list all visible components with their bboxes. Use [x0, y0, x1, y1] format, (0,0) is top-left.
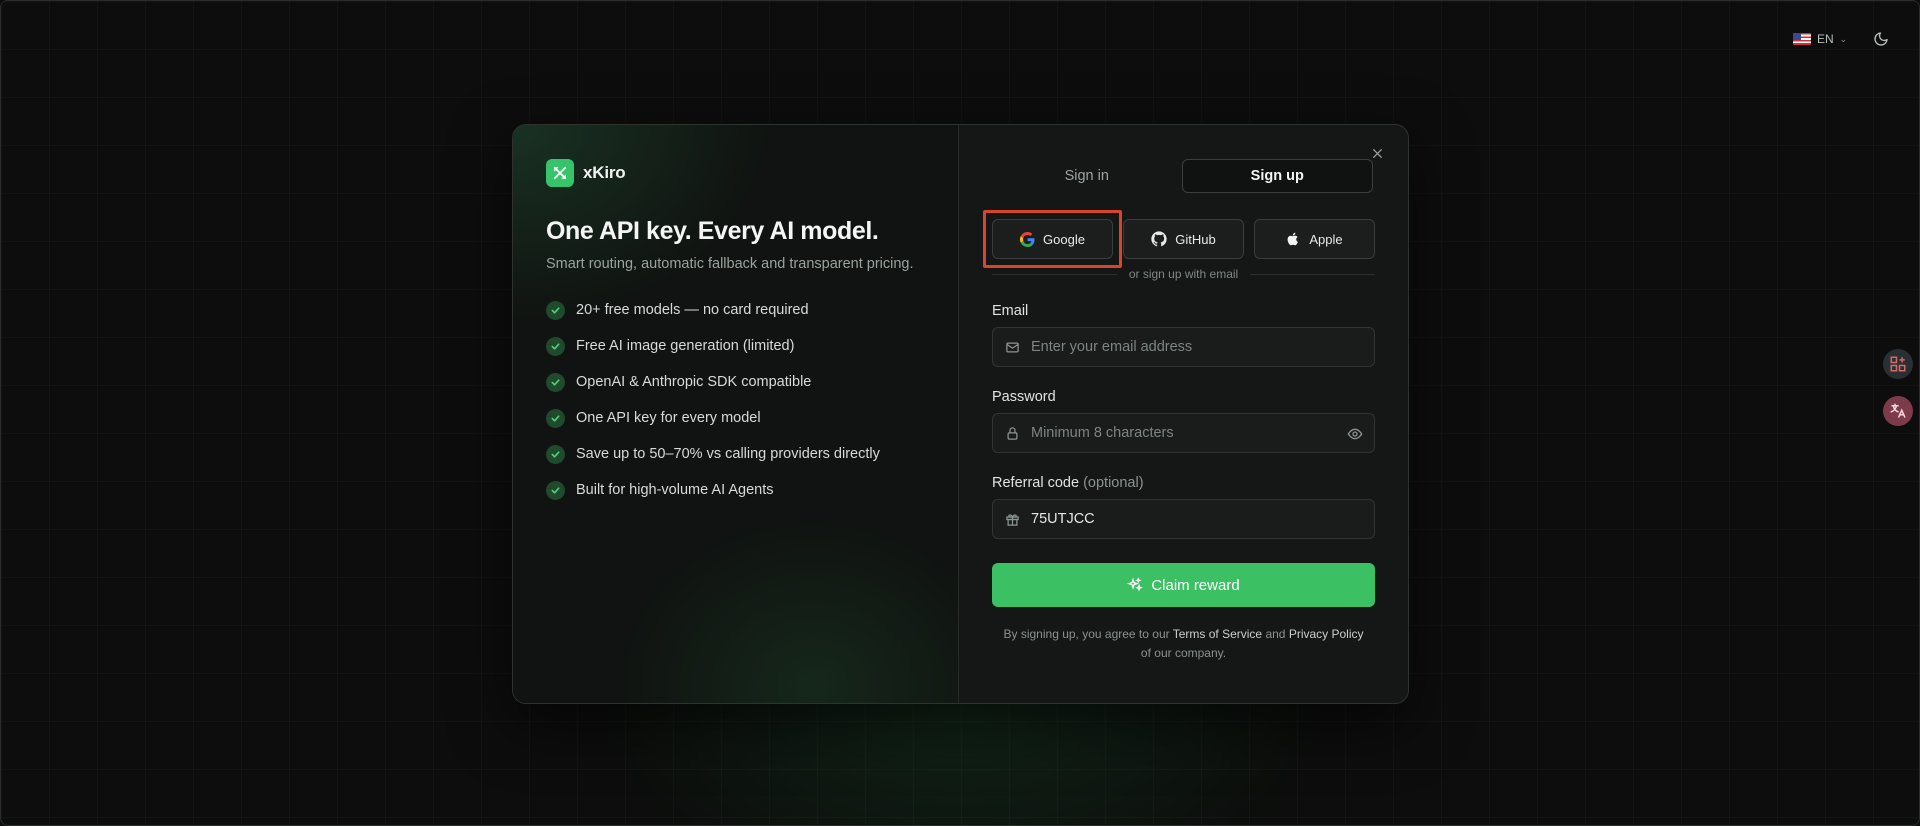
feature-item: Built for high-volume AI Agents	[546, 472, 926, 508]
email-label: Email	[992, 303, 1029, 319]
referral-code-value: 75UTJCC	[1031, 511, 1095, 527]
brand: xKiro	[546, 159, 926, 187]
brand-name: xKiro	[583, 163, 626, 182]
close-icon[interactable]	[1367, 143, 1387, 163]
gift-icon	[1006, 513, 1019, 526]
auth-tabs: Sign in Sign up	[992, 159, 1373, 193]
github-icon	[1151, 231, 1167, 247]
check-icon	[546, 444, 565, 464]
referral-code-field[interactable]: 75UTJCC	[992, 499, 1375, 539]
feature-text: Save up to 50–70% vs calling providers d…	[576, 446, 880, 462]
feature-text: 20+ free models — no card required	[576, 302, 809, 318]
divider-text: or sign up with email	[1128, 267, 1239, 281]
terms-prefix: By signing up, you agree to our	[1003, 627, 1170, 641]
check-icon	[546, 408, 565, 428]
promo-panel: xKiro One API key. Every AI model. Smart…	[513, 125, 959, 703]
feature-item: Save up to 50–70% vs calling providers d…	[546, 436, 926, 472]
claim-reward-button[interactable]: Claim reward	[992, 563, 1375, 607]
email-field[interactable]: Enter your email address	[992, 327, 1375, 367]
privacy-policy-link[interactable]: Privacy Policy	[1289, 627, 1364, 641]
claim-reward-label: Claim reward	[1151, 576, 1240, 594]
google-button[interactable]: Google	[992, 219, 1113, 259]
oauth-buttons: Google GitHub Apple	[983, 210, 1375, 268]
terms-notice: By signing up, you agree to our Terms of…	[992, 625, 1375, 663]
password-field[interactable]: Minimum 8 characters	[992, 413, 1375, 453]
auth-modal: xKiro One API key. Every AI model. Smart…	[512, 124, 1409, 704]
feature-item: One API key for every model	[546, 400, 926, 436]
language-switcher[interactable]: EN ⌄	[1793, 32, 1847, 46]
github-button[interactable]: GitHub	[1123, 219, 1244, 259]
feature-list: 20+ free models — no card required Free …	[546, 292, 926, 508]
feature-text: Built for high-volume AI Agents	[576, 482, 774, 498]
terms-and: and	[1265, 627, 1286, 641]
feature-item: Free AI image generation (limited)	[546, 328, 926, 364]
promo-headline: One API key. Every AI model.	[546, 217, 879, 245]
feature-text: One API key for every model	[576, 410, 761, 426]
lock-icon	[1007, 426, 1018, 440]
feature-text: Free AI image generation (limited)	[576, 338, 795, 354]
moon-icon[interactable]	[1873, 31, 1891, 49]
password-label: Password	[992, 389, 1056, 405]
check-icon	[546, 372, 565, 392]
google-icon	[1020, 231, 1035, 247]
feature-item: 20+ free models — no card required	[546, 292, 926, 328]
mail-icon	[1006, 342, 1019, 352]
password-placeholder: Minimum 8 characters	[1031, 425, 1174, 441]
apple-icon	[1287, 232, 1299, 246]
google-label: Google	[1043, 231, 1085, 247]
referral-optional: (optional)	[1083, 475, 1144, 491]
xkiro-logo-icon	[546, 159, 574, 187]
tab-sign-in[interactable]: Sign in	[992, 159, 1182, 193]
sparkles-icon	[1127, 577, 1144, 592]
translate-tool-icon[interactable]	[1883, 396, 1913, 426]
github-label: GitHub	[1175, 231, 1216, 247]
auth-form-panel: Sign in Sign up Google GitHub Apple or s…	[959, 125, 1408, 703]
apple-label: Apple	[1309, 231, 1343, 247]
feature-item: OpenAI & Anthropic SDK compatible	[546, 364, 926, 400]
eye-icon[interactable]	[1347, 426, 1363, 442]
apple-button[interactable]: Apple	[1254, 219, 1375, 259]
divider-line	[992, 273, 1117, 275]
chevron-down-icon: ⌄	[1839, 33, 1848, 44]
check-icon	[546, 480, 565, 500]
referral-label-text: Referral code	[992, 475, 1080, 491]
promo-subhead: Smart routing, automatic fallback and tr…	[546, 256, 914, 272]
tab-sign-up[interactable]: Sign up	[1181, 159, 1373, 193]
email-placeholder: Enter your email address	[1031, 339, 1193, 355]
page-background: EN ⌄ xKiro One API key. Every AI model. …	[0, 0, 1920, 826]
feature-text: OpenAI & Anthropic SDK compatible	[576, 374, 812, 390]
apps-tool-icon[interactable]	[1883, 349, 1913, 379]
terms-of-service-link[interactable]: Terms of Service	[1173, 627, 1262, 641]
us-flag-icon	[1793, 33, 1811, 45]
check-icon	[546, 300, 565, 320]
oauth-divider: or sign up with email	[992, 267, 1376, 281]
language-label: EN	[1817, 32, 1834, 46]
divider-line	[1250, 273, 1376, 275]
check-icon	[546, 336, 565, 356]
referral-label: Referral code (optional)	[992, 475, 1375, 491]
terms-suffix: of our company.	[1140, 646, 1227, 660]
